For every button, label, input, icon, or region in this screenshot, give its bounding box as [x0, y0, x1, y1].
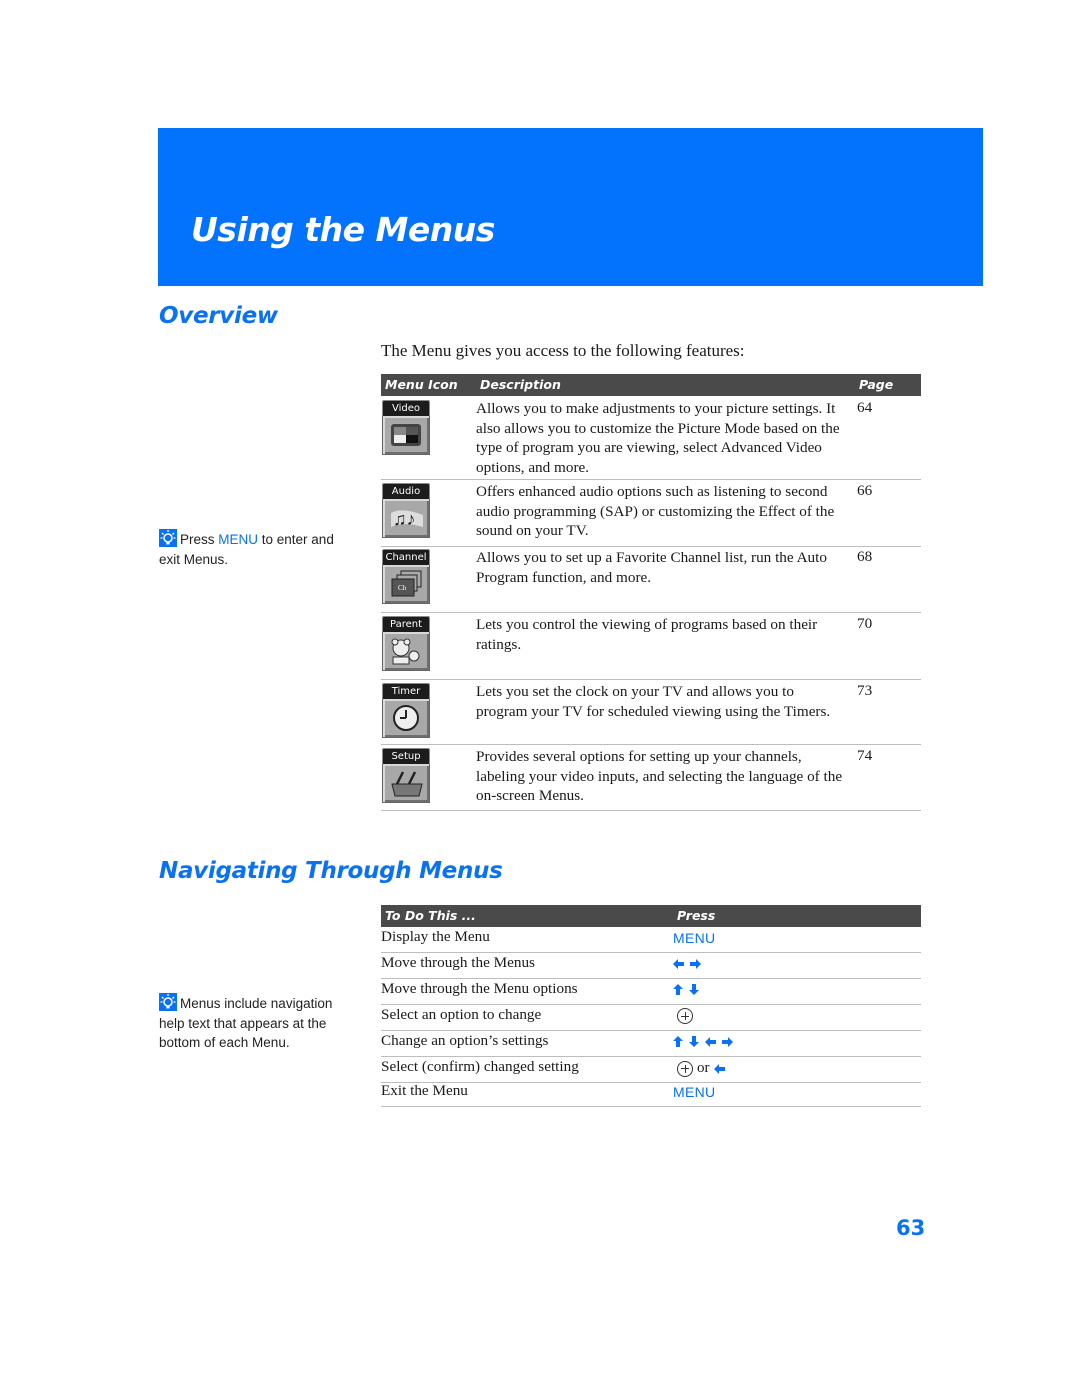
- video-menu-icon: Video: [382, 400, 430, 455]
- menu-row-parent: Parent Lets you control the viewing of p…: [381, 615, 921, 680]
- lightbulb-tip-icon: [159, 529, 177, 547]
- menu-row-setup: Setup Provides several options for setti…: [381, 747, 921, 811]
- channel-menu-icon: Channel Ch: [382, 549, 430, 604]
- nav-row: Move through the Menus: [381, 953, 921, 979]
- header-menu-icon: Menu Icon: [385, 377, 458, 392]
- menu-key-label: MENU: [673, 1084, 716, 1100]
- svg-text:♫♪: ♫♪: [393, 509, 416, 529]
- nav-row: Change an option’s settings: [381, 1031, 921, 1057]
- menu-page: 70: [857, 615, 873, 632]
- parent-menu-icon: Parent: [382, 616, 430, 671]
- nav-row: Exit the Menu MENU: [381, 1081, 921, 1107]
- arrow-up-icon: [673, 1036, 683, 1048]
- timer-menu-icon: Timer: [382, 683, 430, 738]
- chapter-title: Using the Menus: [191, 210, 495, 249]
- menu-description: Lets you control the viewing of programs…: [476, 616, 818, 653]
- nav-row: Select an option to change: [381, 1005, 921, 1031]
- setup-menu-icon: Setup: [382, 748, 430, 803]
- page-number: 63: [896, 1216, 926, 1240]
- menu-description: Provides several options for setting up …: [476, 748, 843, 804]
- nav-row: Display the Menu MENU: [381, 927, 921, 953]
- menu-page: 73: [857, 682, 873, 699]
- svg-text:Ch: Ch: [398, 584, 407, 592]
- menu-row-audio: Audio ♫♪ Offers enhanced audio options s…: [381, 482, 921, 547]
- menu-description: Allows you to set up a Favorite Channel …: [476, 549, 827, 586]
- arrow-left-icon: [673, 958, 684, 969]
- menu-key-label: MENU: [673, 930, 716, 946]
- menu-description: Allows you to make adjustments to your p…: [476, 400, 840, 476]
- menu-description: Offers enhanced audio options such as li…: [476, 483, 835, 539]
- arrow-down-icon: [689, 984, 699, 996]
- arrow-left-icon: [713, 1063, 725, 1074]
- nav-table-header: To Do This ... Press: [381, 905, 921, 927]
- header-description: Description: [480, 377, 561, 392]
- header-to-do-this: To Do This ...: [385, 908, 476, 923]
- arrow-right-icon: [690, 958, 701, 969]
- menu-description: Lets you set the clock on your TV and al…: [476, 683, 831, 720]
- chapter-banner: Using the Menus: [158, 128, 983, 286]
- menu-row-video: Video Allows you to make adjustments to …: [381, 399, 921, 480]
- nav-row: Select (confirm) changed setting or: [381, 1057, 921, 1083]
- header-press: Press: [677, 908, 716, 923]
- menu-page: 64: [857, 399, 873, 416]
- menu-table-header: Menu Icon Description Page: [381, 374, 921, 396]
- menu-row-timer: Timer Lets you set the clock on your TV …: [381, 682, 921, 745]
- menu-row-channel: Channel Ch Allows you to set up a Favori…: [381, 548, 921, 613]
- arrow-right-icon: [722, 1036, 733, 1047]
- header-page: Page: [859, 377, 894, 392]
- overview-heading: Overview: [159, 303, 278, 329]
- audio-menu-icon: Audio ♫♪: [382, 483, 430, 538]
- menu-page: 68: [857, 548, 873, 565]
- menu-key-label: MENU: [218, 532, 259, 547]
- arrow-up-icon: [673, 984, 683, 996]
- menu-page: 74: [857, 747, 873, 764]
- navigating-heading: Navigating Through Menus: [159, 858, 503, 884]
- arrow-left-icon: [705, 1036, 716, 1047]
- tip-navigation-help: Menus include navigation help text that …: [159, 993, 339, 1053]
- nav-row: Move through the Menu options: [381, 979, 921, 1005]
- select-button-icon: [677, 1060, 693, 1077]
- arrow-down-icon: [689, 1036, 699, 1048]
- overview-intro: The Menu gives you access to the followi…: [381, 341, 745, 360]
- menu-page: 66: [857, 482, 873, 499]
- select-button-icon: [677, 1008, 693, 1024]
- lightbulb-tip-icon: [159, 993, 177, 1011]
- tip-press-menu: Press MENU to enter and exit Menus.: [159, 529, 339, 569]
